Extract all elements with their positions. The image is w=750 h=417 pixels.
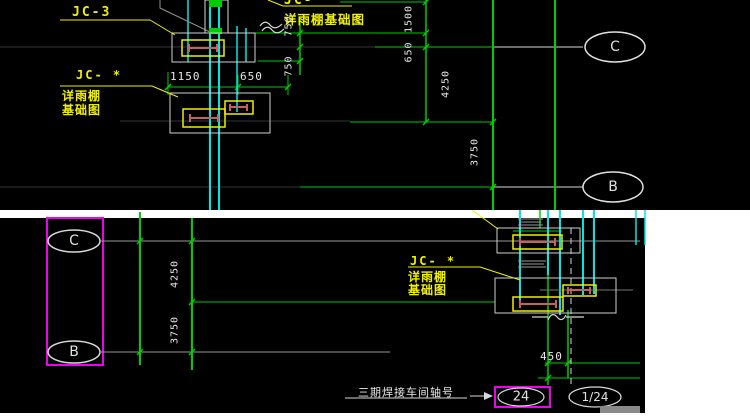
dim-450: 450 bbox=[540, 350, 563, 363]
cad-viewport-top: JC-3 JC- * 详雨棚 基础图 JC- 详雨棚基础图 1150 650 7… bbox=[0, 0, 750, 210]
illegible-annotation-2 bbox=[518, 261, 546, 267]
label-jc-star: JC- * bbox=[410, 254, 456, 268]
dimension-tick-arrows bbox=[137, 238, 571, 381]
column-lines-cyan bbox=[520, 210, 645, 315]
label-jc-star-note-line2: 基础图 bbox=[62, 101, 101, 118]
leader-jc3 bbox=[60, 20, 175, 35]
top-drawing-geometry bbox=[0, 0, 750, 210]
break-symbol bbox=[532, 315, 584, 320]
arrowhead bbox=[484, 392, 493, 400]
dim-750-upper: 750 bbox=[284, 15, 295, 36]
rebar-mark-1 bbox=[189, 44, 217, 52]
label-jc-top: JC- bbox=[284, 0, 313, 8]
cad-screenshot: JC-3 JC- * 详雨棚 基础图 JC- 详雨棚基础图 1150 650 7… bbox=[0, 0, 750, 417]
leader-gray bbox=[160, 0, 212, 33]
cad-viewport-bottom: C B 4250 3750 450 JC- * 详雨棚 基础图 三期焊接车间轴号… bbox=[0, 210, 750, 417]
label-jc3: JC-3 bbox=[72, 5, 111, 20]
leader-upper bbox=[472, 210, 498, 229]
dim-650-horizontal: 650 bbox=[240, 70, 263, 83]
label-jc-star: JC- * bbox=[76, 68, 122, 82]
axis-annotation-text: 三期焊接车间轴号 bbox=[358, 384, 454, 400]
grid-bubble-1-24-label: 1/24 bbox=[582, 390, 609, 404]
dim-4250: 4250 bbox=[170, 260, 181, 288]
label-jc-star-note-line2: 基础图 bbox=[408, 281, 447, 298]
grid-lines-green bbox=[140, 210, 568, 385]
axis-bubble-b-label: B bbox=[69, 344, 79, 360]
axis-bubble-c-label: C bbox=[69, 233, 79, 249]
break-symbol bbox=[260, 22, 284, 33]
gray-bar bbox=[600, 406, 640, 413]
intermediate-axis-line bbox=[120, 121, 493, 122]
dim-3750: 3750 bbox=[470, 138, 481, 166]
grid-bubble-24-label: 24 bbox=[513, 390, 530, 405]
dim-1500: 1500 bbox=[404, 5, 415, 33]
dim-4250: 4250 bbox=[441, 70, 452, 98]
rebar-mark-lower-a bbox=[520, 300, 556, 308]
axis-bubble-c-label: C bbox=[610, 39, 620, 55]
column-cap-green-top bbox=[209, 0, 222, 7]
dim-650-vertical: 650 bbox=[404, 41, 415, 62]
label-jc-top-note: 详雨棚基础图 bbox=[284, 9, 365, 28]
dim-3750: 3750 bbox=[170, 316, 181, 344]
dim-1150: 1150 bbox=[170, 70, 201, 83]
axis-bubble-b-label: B bbox=[608, 179, 618, 195]
rebar-mark-2b bbox=[230, 104, 247, 111]
dim-750-lower: 750 bbox=[284, 55, 295, 76]
rebar-mark-upper bbox=[520, 238, 555, 246]
